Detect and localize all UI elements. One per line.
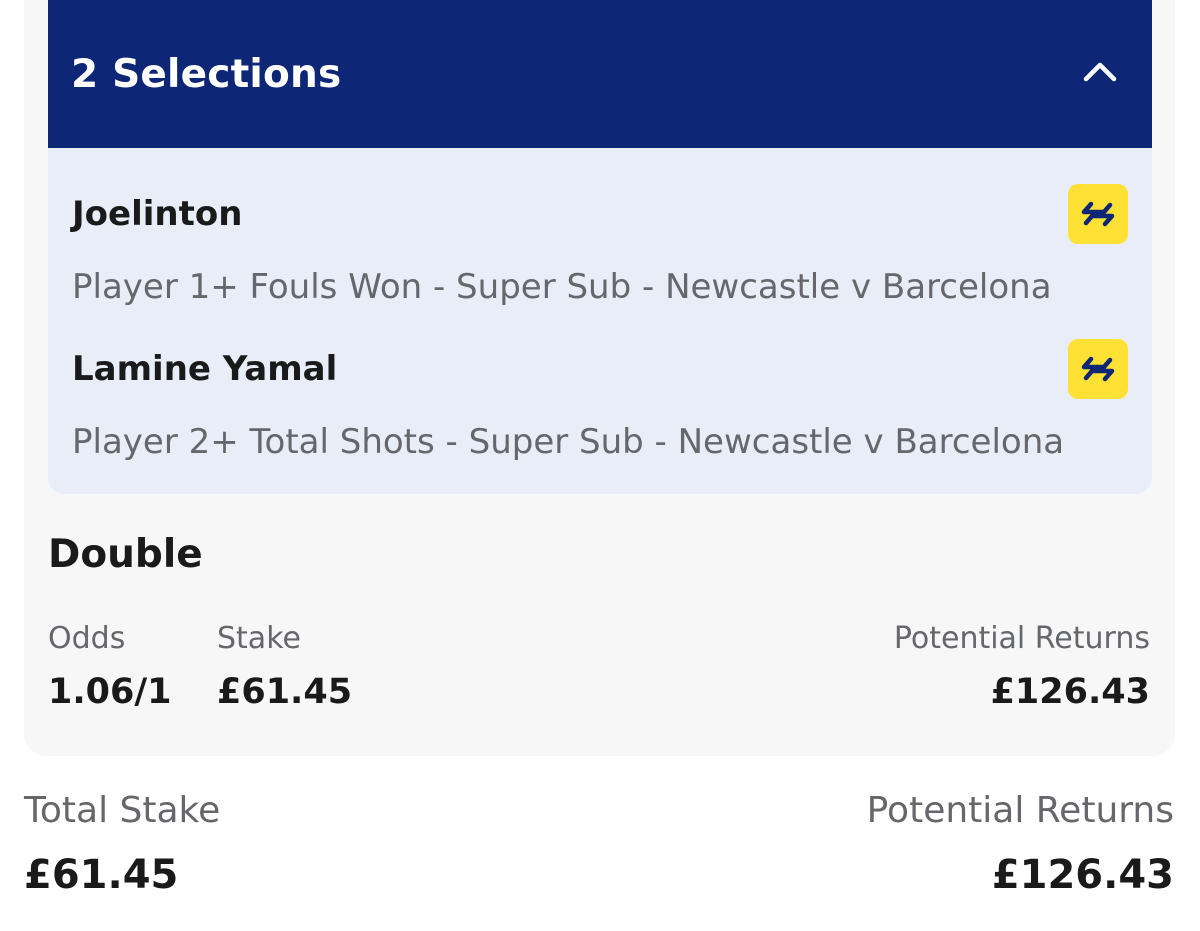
chevron-up-icon[interactable]	[1078, 50, 1122, 94]
swap-selection-button[interactable]	[1068, 339, 1128, 399]
swap-selection-button[interactable]	[1068, 184, 1128, 244]
stake-label: Stake	[217, 621, 301, 656]
swap-arrows-icon	[1081, 356, 1115, 382]
total-potential-returns-label: Potential Returns	[866, 790, 1174, 831]
odds-label: Odds	[48, 621, 126, 656]
selection-name: Joelinton	[72, 194, 243, 234]
potential-returns-value: £126.43	[990, 672, 1150, 712]
selections-title: 2 Selections	[71, 52, 342, 97]
selections-list: Joelinton Player 1+ Fouls Won - Super Su…	[48, 148, 1152, 494]
total-stake-value: £61.45	[24, 852, 179, 898]
selections-header[interactable]: 2 Selections	[48, 0, 1152, 148]
odds-value: 1.06/1	[48, 672, 172, 712]
swap-arrows-icon	[1081, 201, 1115, 227]
bet-type-title: Double	[48, 532, 203, 577]
selection-name: Lamine Yamal	[72, 349, 338, 389]
potential-returns-label: Potential Returns	[893, 621, 1150, 656]
stake-value[interactable]: £61.45	[217, 672, 352, 712]
total-stake-label: Total Stake	[24, 790, 221, 831]
selection-description: Player 2+ Total Shots - Super Sub - Newc…	[72, 422, 1065, 462]
total-potential-returns-value: £126.43	[991, 852, 1174, 898]
selection-description: Player 1+ Fouls Won - Super Sub - Newcas…	[72, 267, 1052, 307]
